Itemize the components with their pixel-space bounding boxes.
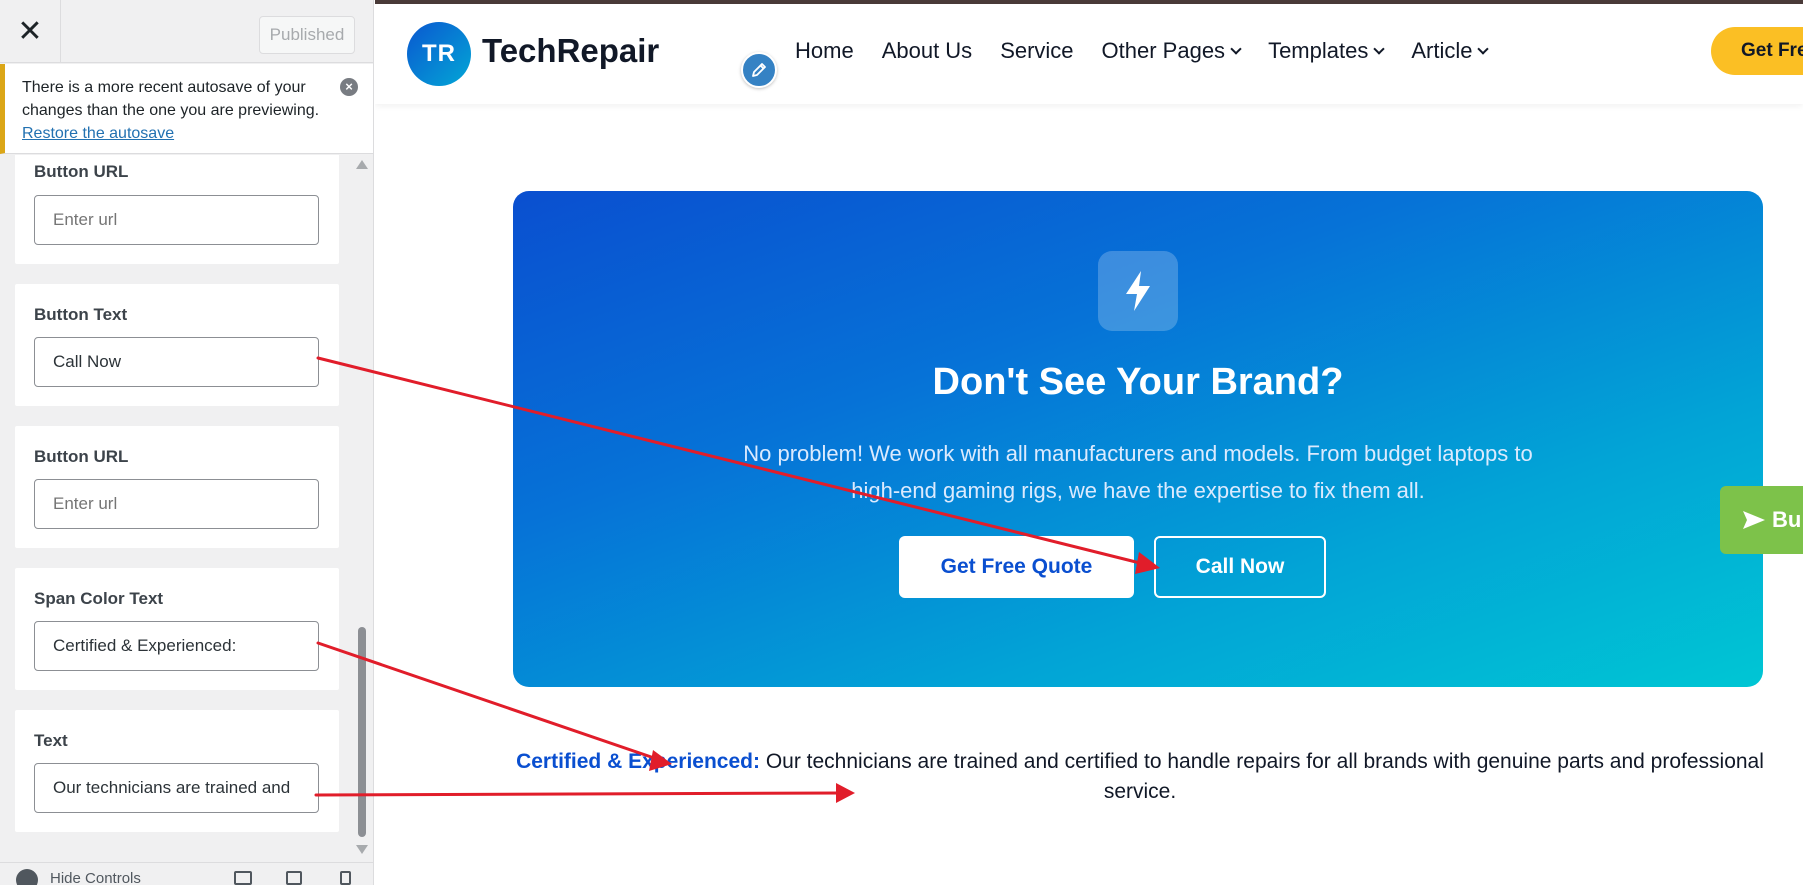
lightning-glyph — [1126, 271, 1150, 311]
site-preview: TR TechRepair Home About Us Service Othe… — [375, 0, 1803, 885]
send-icon — [1743, 511, 1765, 529]
button-text-input[interactable] — [34, 337, 319, 387]
button-url-input[interactable] — [34, 195, 319, 245]
pencil-icon — [752, 63, 766, 77]
published-button[interactable]: Published — [259, 16, 355, 54]
call-now-button[interactable]: Call Now — [1154, 536, 1326, 598]
tablet-preview-icon[interactable] — [286, 871, 302, 885]
nav-label: Service — [1000, 38, 1074, 63]
certified-text-block: Certified & Experienced: Our technicians… — [495, 747, 1785, 807]
control-button-text: Button Text — [15, 284, 339, 406]
control-text: Text — [15, 710, 339, 832]
nav-label: Templates — [1268, 38, 1369, 63]
nav-item-other-pages[interactable]: Other Pages — [1101, 38, 1242, 64]
nav-label: About Us — [881, 38, 973, 63]
close-icon[interactable]: ✕ — [0, 0, 61, 63]
floating-button-label: Bu — [1772, 507, 1802, 532]
control-span-color-text: Span Color Text — [15, 568, 339, 690]
sidebar-footer: Hide Controls — [0, 862, 373, 885]
desktop-preview-icon[interactable] — [234, 871, 252, 885]
chevron-down-icon — [1477, 42, 1490, 55]
collapse-icon[interactable] — [16, 869, 38, 885]
lightning-icon — [1098, 251, 1178, 331]
button-url-input[interactable] — [34, 479, 319, 529]
control-label: Text — [34, 731, 68, 750]
nav-item-home[interactable]: Home — [795, 38, 854, 64]
site-header: TR TechRepair Home About Us Service Othe… — [375, 4, 1803, 104]
nav-label: Other Pages — [1101, 38, 1226, 63]
scroll-down-icon[interactable] — [356, 845, 368, 854]
sidebar-header: ✕ Published — [0, 0, 373, 63]
scrollbar[interactable] — [355, 155, 369, 862]
certified-body-text: Our technicians are trained and certifie… — [759, 750, 1764, 803]
control-button-url: Button URL — [15, 426, 339, 548]
mobile-preview-icon[interactable] — [340, 871, 351, 885]
nav-item-article[interactable]: Article — [1411, 38, 1490, 64]
main-nav: Home About Us Service Other Pages Templa… — [795, 38, 1515, 64]
controls-panel: Button URL Button Text Button URL Span C… — [0, 155, 352, 855]
autosave-notice: There is a more recent autosave of your … — [0, 64, 373, 154]
cta-description: No problem! We work with all manufacture… — [743, 441, 1533, 503]
hide-controls-label[interactable]: Hide Controls — [50, 870, 141, 885]
logo-badge[interactable]: TR — [407, 22, 471, 86]
span-color-text: Certified & Experienced: — [516, 750, 760, 773]
chevron-down-icon — [1373, 42, 1386, 55]
text-input[interactable] — [34, 763, 319, 813]
header-cta-button[interactable]: Get Fre — [1711, 27, 1803, 75]
restore-autosave-link[interactable]: Restore the autosave — [22, 125, 174, 142]
dismiss-icon[interactable]: × — [340, 78, 358, 96]
logo-text[interactable]: TechRepair — [482, 32, 659, 70]
control-button-url: Button URL — [15, 155, 339, 264]
customizer-sidebar: ✕ Published There is a more recent autos… — [0, 0, 374, 885]
nav-item-about-us[interactable]: About Us — [882, 38, 973, 64]
brand-cta-card: Don't See Your Brand? No problem! We wor… — [513, 191, 1763, 687]
autosave-notice-message: There is a more recent autosave of your … — [22, 79, 320, 119]
control-label: Button URL — [34, 447, 129, 466]
edit-pencil-icon[interactable] — [741, 52, 777, 88]
scrollbar-thumb[interactable] — [358, 627, 366, 837]
get-free-quote-button[interactable]: Get Free Quote — [899, 536, 1134, 598]
chevron-down-icon — [1230, 42, 1242, 55]
span-color-text-input[interactable] — [34, 621, 319, 671]
floating-side-button[interactable]: Bu — [1720, 486, 1803, 554]
control-label: Button Text — [34, 305, 128, 324]
control-label: Button URL — [34, 162, 129, 181]
nav-label: Article — [1411, 38, 1473, 63]
nav-item-templates[interactable]: Templates — [1268, 38, 1386, 64]
control-label: Span Color Text — [34, 589, 164, 608]
nav-label: Home — [795, 38, 854, 63]
cta-title: Don't See Your Brand? — [932, 361, 1344, 403]
scroll-up-icon[interactable] — [356, 160, 368, 169]
nav-item-service[interactable]: Service — [1000, 38, 1073, 64]
